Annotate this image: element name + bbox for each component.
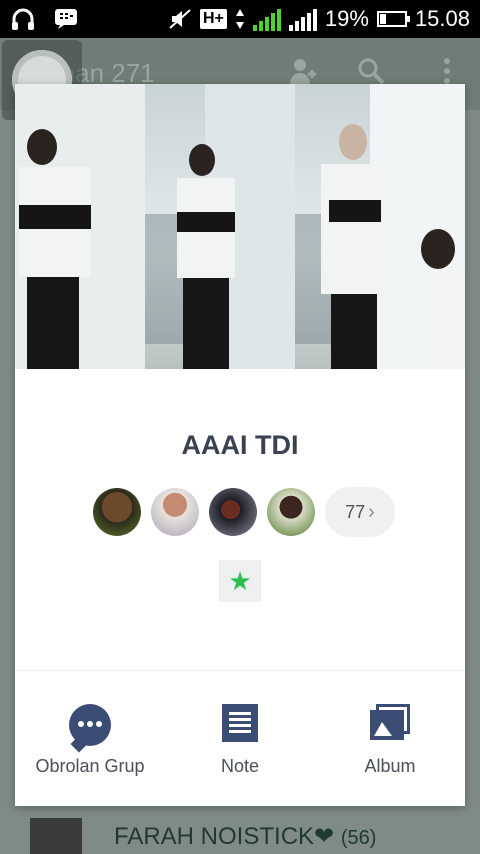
member-avatar[interactable] [267,488,315,536]
sim1-signal-icon [252,7,281,31]
member-avatar[interactable] [209,488,257,536]
member-count: 77 [345,501,366,522]
group-name: AAAI TDI [181,430,299,460]
bbm-icon [54,8,78,30]
chevron-right-icon: › [368,500,375,523]
list-item-avatar [30,818,82,854]
data-arrows-icon [235,8,245,30]
list-item[interactable]: FARAH NOISTICK❤ (56) [0,800,480,854]
mute-icon [168,8,192,30]
group-chat-button[interactable]: Obrolan Grup [15,674,165,806]
star-icon: ★ [228,565,252,596]
member-count-button[interactable]: 77 › [325,487,395,537]
list-item-count: (56) [340,827,377,849]
network-type-badge: H+ [199,9,227,29]
list-item-name: FARAH NOISTICK❤ [114,823,335,850]
sim2-signal-icon [288,7,317,31]
photo-person [171,144,241,369]
member-avatar[interactable] [151,488,199,536]
group-actions: Obrolan Grup Note Album [15,674,465,806]
member-avatar[interactable] [93,488,141,536]
photo-person [15,129,95,369]
album-label: Album [364,756,416,776]
note-label: Note [220,756,260,776]
album-icon [370,704,410,742]
note-button[interactable]: Note [165,674,315,806]
headset-icon [10,6,36,32]
photo-person [315,124,395,369]
battery-percent: 19% [324,6,369,31]
battery-icon [376,11,410,27]
group-chat-label: Obrolan Grup [35,756,145,776]
album-button[interactable]: Album [315,674,465,806]
chat-bubble-icon [69,704,111,746]
clock: 15.08 [414,6,470,31]
favorite-button[interactable]: ★ [219,560,261,602]
group-profile-card: AAAI TDI 77 › ★ Obrolan Grup Note Album [15,84,465,806]
member-avatars: 77 › [93,487,395,537]
note-icon [222,704,258,742]
photo-person [407,229,465,369]
group-cover-photo[interactable] [15,84,465,369]
status-bar: H+ 19% 15.08 [0,0,480,38]
divider [15,670,465,671]
